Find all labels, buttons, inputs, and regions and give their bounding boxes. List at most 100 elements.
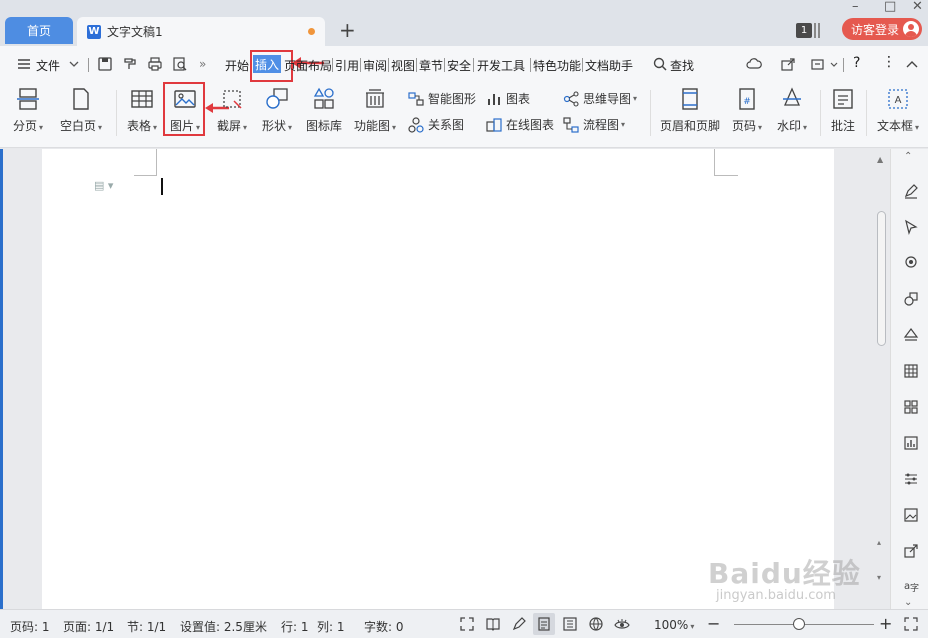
settings-sliders-icon[interactable] bbox=[903, 471, 919, 487]
format-painter-icon[interactable] bbox=[122, 56, 138, 72]
export-icon[interactable] bbox=[903, 543, 919, 559]
cloud-icon[interactable] bbox=[746, 56, 762, 72]
more-tools-icon[interactable]: » bbox=[199, 57, 206, 71]
status-setting[interactable]: 设置值: 2.5厘米 bbox=[180, 618, 267, 635]
location-icon[interactable] bbox=[903, 255, 919, 271]
shapes-button[interactable]: 形状 ▾ bbox=[258, 82, 296, 144]
menu-security[interactable]: 安全 bbox=[447, 57, 471, 74]
blank-page-button[interactable]: 空白页 ▾ bbox=[56, 82, 106, 144]
comment-button[interactable]: 批注 bbox=[826, 82, 860, 144]
zoom-out-icon[interactable]: − bbox=[707, 614, 720, 633]
tab-home[interactable]: 首页 bbox=[5, 17, 73, 44]
help-icon[interactable]: ? bbox=[853, 55, 860, 71]
screenshot-button[interactable]: 截屏 ▾ bbox=[212, 82, 252, 144]
menu-page-layout[interactable]: 页面布局 bbox=[284, 57, 332, 74]
chevron-down-icon[interactable]: ⌄ bbox=[904, 597, 912, 608]
shapes-panel-icon[interactable] bbox=[903, 291, 919, 307]
online-chart-button[interactable]: 在线图表 bbox=[486, 116, 554, 133]
zoom-level[interactable]: 100% ▾ bbox=[654, 618, 694, 632]
eye-protection-icon[interactable] bbox=[614, 616, 630, 632]
menu-review[interactable]: 审阅 bbox=[363, 57, 387, 74]
page-view-icon[interactable] bbox=[536, 616, 552, 632]
collaborate-icon[interactable] bbox=[810, 56, 826, 72]
menu-start[interactable]: 开始 bbox=[225, 57, 249, 74]
translate-icon[interactable]: a字 bbox=[903, 577, 919, 593]
window-count-badge[interactable]: 1 bbox=[796, 23, 812, 38]
collapse-ribbon-icon[interactable] bbox=[904, 56, 920, 72]
status-row[interactable]: 行: 1 bbox=[281, 618, 309, 635]
pen-icon[interactable] bbox=[903, 183, 919, 199]
scrollbar-thumb[interactable] bbox=[877, 211, 886, 346]
textbox-button[interactable]: A 文本框 ▾ bbox=[872, 82, 924, 144]
maximize-icon[interactable]: □ bbox=[884, 0, 896, 13]
paragraph-menu-icon[interactable]: ▤ ▾ bbox=[94, 179, 113, 192]
vertical-scrollbar[interactable]: ▲ ▴ ▾ bbox=[874, 155, 888, 607]
scroll-up-icon[interactable]: ▴ bbox=[877, 538, 881, 547]
scroll-up-icon[interactable]: ▲ bbox=[877, 155, 883, 164]
watermark-button[interactable]: 水印 ▾ bbox=[772, 82, 812, 144]
pointer-icon[interactable] bbox=[903, 219, 919, 235]
header-footer-button[interactable]: 页眉和页脚 bbox=[656, 82, 724, 144]
hamburger-icon[interactable] bbox=[16, 56, 32, 72]
save-icon[interactable] bbox=[97, 56, 113, 72]
scroll-down-icon[interactable]: ▾ bbox=[877, 573, 881, 582]
page-number-icon: # bbox=[739, 88, 755, 110]
mind-map-button[interactable]: 思维导图 ▾ bbox=[563, 90, 637, 107]
print-icon[interactable] bbox=[147, 56, 163, 72]
web-view-icon[interactable] bbox=[588, 616, 604, 632]
menu-references[interactable]: 引用 bbox=[335, 57, 359, 74]
header-footer-icon bbox=[682, 88, 698, 110]
share-icon[interactable] bbox=[780, 56, 796, 72]
menu-chapter[interactable]: 章节 bbox=[419, 57, 443, 74]
new-tab-icon[interactable]: + bbox=[339, 20, 356, 40]
outline-view-icon[interactable] bbox=[562, 616, 578, 632]
search-icon[interactable] bbox=[652, 56, 668, 72]
close-icon[interactable]: ✕ bbox=[912, 0, 923, 13]
edit-mode-icon[interactable] bbox=[511, 616, 527, 632]
print-preview-icon[interactable] bbox=[172, 56, 188, 72]
status-word-count[interactable]: 字数: 0 bbox=[364, 618, 404, 635]
zoom-in-icon[interactable]: + bbox=[879, 614, 892, 633]
smart-art-button[interactable]: 智能图形 bbox=[408, 90, 476, 107]
page-number-button[interactable]: # 页码 ▾ bbox=[728, 82, 766, 144]
status-page-number[interactable]: 页码: 1 bbox=[10, 618, 50, 635]
table-icon bbox=[131, 90, 153, 108]
relation-chart-button[interactable]: 关系图 bbox=[408, 116, 464, 133]
search-label[interactable]: 查找 bbox=[670, 57, 694, 74]
grid-apps-icon[interactable] bbox=[903, 399, 919, 415]
flowchart-button[interactable]: 流程图 ▾ bbox=[563, 116, 625, 133]
fullscreen-icon[interactable] bbox=[459, 616, 475, 632]
icon-library-button[interactable]: 图标库 bbox=[303, 82, 345, 144]
status-column[interactable]: 列: 1 bbox=[317, 618, 345, 635]
menu-view[interactable]: 视图 bbox=[391, 57, 415, 74]
window-list-icon[interactable] bbox=[814, 23, 820, 38]
fit-window-icon[interactable] bbox=[903, 616, 919, 632]
function-chart-button[interactable]: 功能图 ▾ bbox=[350, 82, 400, 144]
menu-features[interactable]: 特色功能 bbox=[533, 57, 581, 74]
status-section[interactable]: 节: 1/1 bbox=[127, 618, 166, 635]
more-icon[interactable]: ⋮ bbox=[882, 54, 896, 70]
chart-panel-icon[interactable] bbox=[903, 435, 919, 451]
table-button[interactable]: 表格 ▾ bbox=[122, 82, 162, 144]
unsaved-dot-icon bbox=[308, 28, 315, 35]
login-button[interactable]: 访客登录 bbox=[842, 18, 922, 40]
menu-dev-tools[interactable]: 开发工具 bbox=[477, 57, 525, 74]
menu-file[interactable]: 文件 bbox=[36, 57, 60, 74]
chevron-down-icon[interactable] bbox=[826, 56, 842, 72]
status-pages[interactable]: 页面: 1/1 bbox=[63, 618, 114, 635]
minimize-icon[interactable]: – bbox=[852, 0, 859, 13]
read-mode-icon[interactable] bbox=[485, 616, 501, 632]
zoom-slider-knob[interactable] bbox=[793, 618, 805, 630]
divider bbox=[116, 90, 117, 136]
image-panel-icon[interactable] bbox=[903, 507, 919, 523]
table-panel-icon[interactable] bbox=[903, 363, 919, 379]
layers-icon[interactable] bbox=[903, 327, 919, 343]
tab-document[interactable]: W 文字文稿1 bbox=[77, 17, 325, 46]
chevron-up-icon[interactable]: ⌃ bbox=[904, 151, 912, 162]
page-break-button[interactable]: 分页 ▾ bbox=[8, 82, 48, 144]
document-page[interactable]: ▤ ▾ bbox=[42, 149, 834, 609]
chevron-down-icon[interactable] bbox=[66, 56, 82, 72]
divider bbox=[360, 58, 361, 72]
menu-doc-assistant[interactable]: 文档助手 bbox=[585, 57, 633, 74]
chart-button[interactable]: 图表 bbox=[486, 90, 530, 107]
